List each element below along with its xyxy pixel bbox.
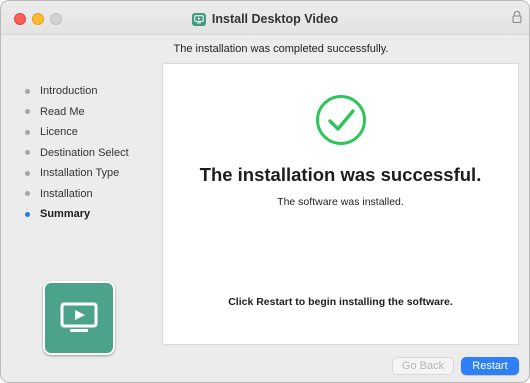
step-read-me: Read Me [25, 102, 129, 123]
step-dot [25, 109, 30, 115]
installer-window: Install Desktop Video The installation w… [0, 0, 530, 383]
step-destination-select: Destination Select [25, 143, 129, 164]
checkmark-circle-icon [315, 94, 367, 146]
installer-steps: Introduction Read Me Licence Destination… [25, 81, 129, 225]
header-message: The installation was completed successfu… [173, 43, 389, 55]
window-title: Install Desktop Video [211, 12, 339, 26]
step-dot [25, 191, 30, 197]
step-label: Installation Type [40, 167, 120, 180]
step-label: Destination Select [40, 146, 129, 159]
step-label: Read Me [40, 105, 85, 118]
step-dot-active [25, 211, 30, 217]
desktop-video-app-icon [43, 281, 115, 355]
window-title-group: Install Desktop Video [1, 10, 529, 28]
go-back-button[interactable]: Go Back [392, 357, 454, 375]
desktop-video-icon [191, 12, 206, 26]
content-panel: The installation was successful. The sof… [162, 63, 519, 345]
step-dot [25, 170, 30, 176]
restart-hint: Click Restart to begin installing the so… [228, 296, 453, 308]
step-dot [25, 150, 30, 156]
step-label: Summary [40, 208, 91, 221]
step-dot [25, 129, 30, 135]
step-introduction: Introduction [25, 81, 129, 102]
success-title: The installation was successful. [199, 164, 482, 185]
step-licence: Licence [25, 122, 129, 143]
step-installation-type: Installation Type [25, 163, 129, 184]
step-label: Introduction [40, 85, 98, 98]
success-subtitle: The software was installed. [277, 196, 404, 208]
title-bar: Install Desktop Video [1, 1, 529, 35]
step-dot [25, 88, 30, 94]
step-label: Licence [40, 126, 78, 139]
step-summary: Summary [25, 204, 129, 225]
lock-icon [511, 10, 523, 24]
step-label: Installation [40, 187, 93, 200]
step-installation: Installation [25, 184, 129, 205]
restart-button[interactable]: Restart [461, 357, 519, 375]
